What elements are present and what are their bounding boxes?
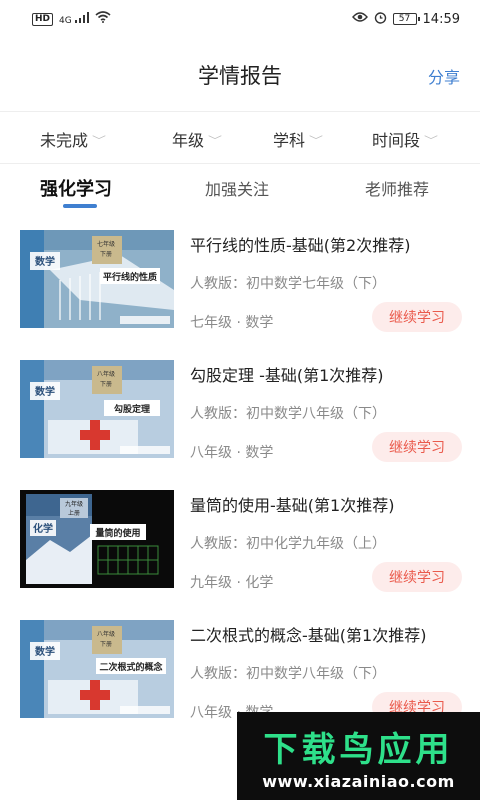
eye-icon: [351, 11, 368, 27]
status-bar: HD 4G 57 14:59: [0, 0, 480, 38]
cover-term: 下册: [100, 251, 112, 258]
lesson-meta: 九年级 · 化学: [190, 575, 274, 591]
active-tab-indicator: [63, 204, 97, 208]
lesson-title: 勾股定理 -基础(第1次推荐): [190, 366, 384, 385]
cover-term: 下册: [100, 641, 112, 648]
cover-subject: 数学: [35, 645, 55, 658]
cover-term: 下册: [100, 381, 112, 388]
lesson-title: 二次根式的概念-基础(第1次推荐): [190, 626, 427, 645]
wifi-icon: [95, 11, 111, 27]
lesson-title: 量筒的使用-基础(第1次推荐): [190, 496, 395, 515]
battery-icon: 57: [392, 13, 420, 25]
lesson-edition: 人教版：初中数学八年级（下）: [190, 666, 386, 682]
filter-label: 学科: [273, 131, 306, 150]
app-header: 学情报告 分享: [0, 38, 480, 112]
tab-bar: 强化学习 加强关注 老师推荐: [0, 164, 480, 212]
tab-reinforce[interactable]: 强化学习: [40, 175, 112, 201]
textbook-cover-thumbnail: 化学 九年级 上册 量筒的使用: [20, 490, 174, 588]
watermark-url: www.xiazainiao.com: [262, 772, 455, 791]
continue-learning-button[interactable]: 继续学习: [372, 302, 462, 332]
filter-period-dropdown[interactable]: 时间段 ﹀: [372, 127, 439, 151]
lesson-edition: 人教版：初中化学九年级（上）: [190, 536, 386, 552]
tab-attention[interactable]: 加强关注: [205, 176, 269, 200]
textbook-cover-thumbnail: 数学 二次根式的概念 八年级 下册: [20, 620, 174, 718]
cover-topic: 二次根式的概念: [99, 661, 162, 673]
cellular-signal-icon: 4G: [59, 12, 89, 26]
cover-topic: 量筒的使用: [95, 527, 140, 539]
list-item[interactable]: 化学 九年级 上册 量筒的使用 量筒的使用-基础(第1次推荐) 人教版：初中化学…: [0, 472, 480, 602]
list-item[interactable]: 数学 平行线的性质 七年级 下册 平行线的性质-基础(第2次推荐) 人教版：初中…: [0, 212, 480, 342]
filter-bar: 未完成 ﹀ 年级 ﹀ 学科 ﹀ 时间段 ﹀: [0, 112, 480, 164]
filter-status-dropdown[interactable]: 未完成 ﹀: [40, 127, 107, 151]
network-type: 4G: [59, 16, 72, 26]
lesson-meta: 七年级 · 数学: [190, 315, 274, 331]
lesson-title: 平行线的性质-基础(第2次推荐): [190, 236, 411, 255]
lesson-edition: 人教版：初中数学七年级（下）: [190, 276, 386, 292]
chevron-down-icon: ﹀: [92, 135, 107, 147]
page-title: 学情报告: [198, 64, 282, 88]
watermark-logo: 下载鸟应用 www.xiazainiao.com: [237, 712, 480, 800]
cover-subject: 数学: [35, 385, 55, 398]
share-button[interactable]: 分享: [428, 64, 460, 88]
chevron-down-icon: ﹀: [424, 135, 439, 147]
lesson-edition: 人教版：初中数学八年级（下）: [190, 406, 386, 422]
filter-grade-dropdown[interactable]: 年级 ﹀: [172, 127, 223, 151]
battery-level: 57: [398, 13, 411, 24]
cover-subject: 数学: [35, 255, 55, 268]
filter-subject-dropdown[interactable]: 学科 ﹀: [273, 127, 324, 151]
cover-grade: 七年级: [97, 240, 115, 248]
watermark-brand: 下载鸟应用: [263, 730, 454, 770]
textbook-cover-thumbnail: 数学 勾股定理 八年级 下册: [20, 360, 174, 458]
hd-icon: HD: [32, 12, 54, 26]
cover-subject: 化学: [33, 522, 53, 535]
clock-time: 14:59: [422, 11, 460, 27]
cover-grade: 八年级: [97, 630, 115, 638]
cover-grade: 八年级: [97, 370, 115, 378]
textbook-cover-thumbnail: 数学 平行线的性质 七年级 下册: [20, 230, 174, 328]
continue-learning-button[interactable]: 继续学习: [372, 562, 462, 592]
chevron-down-icon: ﹀: [309, 135, 324, 147]
tab-teacher-recommend[interactable]: 老师推荐: [365, 176, 429, 200]
alarm-icon: [374, 11, 387, 28]
chevron-down-icon: ﹀: [208, 135, 223, 147]
filter-label: 未完成: [40, 131, 89, 150]
continue-learning-button[interactable]: 继续学习: [372, 432, 462, 462]
lesson-meta: 八年级 · 数学: [190, 445, 274, 461]
cover-topic: 平行线的性质: [103, 271, 157, 283]
filter-label: 年级: [172, 131, 205, 150]
cover-topic: 勾股定理: [114, 403, 150, 415]
cover-grade: 九年级: [65, 500, 83, 508]
list-item[interactable]: 数学 勾股定理 八年级 下册 勾股定理 -基础(第1次推荐) 人教版：初中数学八…: [0, 342, 480, 472]
cover-term: 上册: [68, 509, 80, 517]
filter-label: 时间段: [372, 131, 421, 150]
